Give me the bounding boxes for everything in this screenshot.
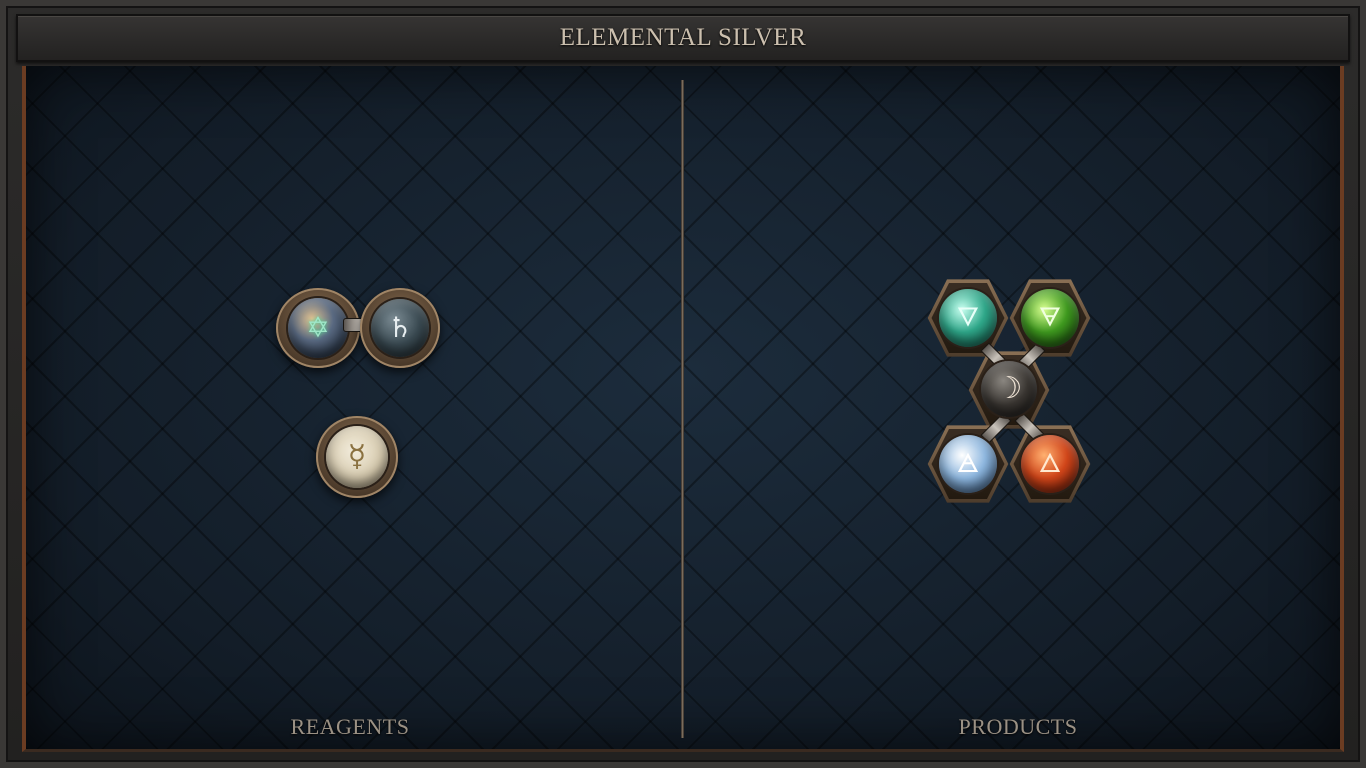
page-title: ELEMENTAL SILVER bbox=[559, 24, 807, 51]
product-earth-orb[interactable]: 🜃 bbox=[1021, 289, 1079, 347]
title-bar: ELEMENTAL SILVER bbox=[16, 14, 1350, 62]
reagent-lead-orb-wrap[interactable]: ♄ bbox=[360, 288, 440, 368]
reagent-quicksilver[interactable]: ☿ bbox=[316, 416, 398, 498]
salt-orb: ✡ bbox=[288, 298, 348, 358]
product-fire-orb[interactable]: 🜂 bbox=[1021, 435, 1079, 493]
fire-symbol-icon: 🜂 bbox=[1038, 449, 1062, 479]
earth-symbol-icon: 🜃 bbox=[1038, 303, 1062, 333]
reagents-label: REAGENTS bbox=[290, 714, 410, 739]
panel-divider bbox=[681, 80, 684, 738]
lead-symbol-icon: ♄ bbox=[387, 311, 413, 344]
products-label: PRODUCTS bbox=[958, 714, 1078, 739]
product-air-orb[interactable]: 🜁 bbox=[939, 435, 997, 493]
silver-symbol-icon: ☽ bbox=[995, 371, 1023, 406]
quicksilver-orb: ☿ bbox=[326, 426, 388, 488]
product-silver-orb[interactable]: ☽ bbox=[981, 361, 1037, 417]
lead-orb: ♄ bbox=[371, 299, 429, 357]
quicksilver-symbol-icon: ☿ bbox=[347, 439, 367, 474]
air-symbol-icon: 🜁 bbox=[956, 449, 980, 479]
water-symbol-icon: 🜄 bbox=[956, 303, 980, 333]
salt-symbol-icon: ✡ bbox=[306, 311, 330, 344]
product-water-orb[interactable]: 🜄 bbox=[939, 289, 997, 347]
